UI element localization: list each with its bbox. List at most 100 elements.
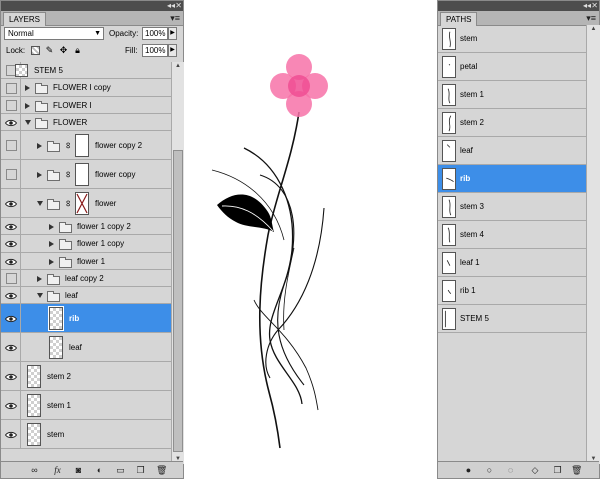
layers-scrollbar[interactable]: ▲ ▼ [171, 62, 184, 464]
mask-link-icon[interactable]: ∞ [64, 200, 74, 206]
visibility-toggle[interactable] [1, 391, 21, 419]
path-row[interactable]: rib [438, 165, 586, 193]
visibility-toggle[interactable] [1, 97, 21, 113]
layers-titlebar[interactable]: ◂◂ ✕ [1, 1, 183, 11]
layer-row[interactable]: ∞ flower [1, 189, 171, 218]
visibility-toggle[interactable] [1, 218, 21, 234]
visibility-toggle[interactable] [1, 287, 21, 303]
expand-right-icon[interactable] [49, 223, 54, 230]
opacity-slider-button[interactable]: ▶ [168, 27, 177, 40]
tab-layers[interactable]: LAYERS [3, 12, 46, 26]
expand-right-icon[interactable] [49, 241, 54, 247]
path-row[interactable]: leaf [438, 137, 586, 165]
panel-menu-icon[interactable]: ▾≡ [586, 13, 596, 23]
paths-titlebar[interactable]: ◂◂ ✕ [438, 1, 599, 11]
layer-thumbnail[interactable] [49, 336, 63, 359]
visibility-toggle[interactable] [1, 189, 21, 217]
expand-right-icon[interactable] [25, 102, 30, 109]
path-row[interactable]: stem 1 [438, 81, 586, 109]
close-icon[interactable]: ✕ [175, 1, 182, 11]
layer-row[interactable]: FLOWER I [1, 97, 171, 114]
path-row[interactable]: stem 2 [438, 109, 586, 137]
scroll-up-icon[interactable]: ▲ [172, 62, 184, 71]
lock-all-icon[interactable]: 🔒︎ [73, 46, 82, 55]
visibility-toggle[interactable] [1, 79, 21, 96]
layer-row[interactable]: leaf [1, 333, 171, 362]
visibility-toggle[interactable] [1, 333, 21, 361]
path-row[interactable]: leaf 1 [438, 249, 586, 277]
opacity-field[interactable]: 100% [142, 27, 168, 40]
path-row[interactable]: rib 1 [438, 277, 586, 305]
fill-field[interactable]: 100% [142, 44, 168, 57]
link-layers-icon[interactable]: ∞ [29, 465, 40, 475]
lock-brush-icon[interactable]: ✎ [45, 46, 54, 55]
add-mask-icon[interactable]: ◙ [73, 465, 84, 475]
path-row[interactable]: STEM 5 [438, 305, 586, 333]
layer-thumbnail[interactable] [27, 423, 41, 446]
expand-right-icon[interactable] [25, 85, 30, 91]
expand-right-icon[interactable] [37, 275, 42, 282]
collapse-icon[interactable]: ◂◂ [167, 1, 175, 11]
path-row[interactable]: stem 3 [438, 193, 586, 221]
layer-row[interactable]: FLOWER [1, 114, 171, 131]
panel-menu-icon[interactable]: ▾≡ [170, 13, 180, 23]
layer-thumbnail[interactable] [27, 365, 41, 388]
layer-mask-thumbnail[interactable] [75, 192, 89, 215]
lock-transparent-icon[interactable] [31, 46, 40, 55]
load-selection-icon[interactable]: ◌ [505, 465, 516, 475]
expand-right-icon[interactable] [37, 171, 42, 178]
scroll-up-icon[interactable]: ▲ [587, 25, 600, 34]
expand-down-icon[interactable] [25, 119, 31, 125]
visibility-toggle[interactable] [1, 253, 21, 269]
layer-row[interactable]: STEM 5 [1, 62, 171, 79]
layer-thumbnail[interactable] [48, 306, 64, 331]
tab-paths[interactable]: PATHS [440, 12, 478, 26]
layer-row[interactable]: stem [1, 420, 171, 449]
visibility-toggle[interactable] [1, 131, 21, 159]
fill-slider-button[interactable]: ▶ [168, 44, 177, 57]
expand-down-icon[interactable] [37, 292, 43, 298]
layer-mask-thumbnail[interactable] [75, 163, 89, 186]
visibility-toggle[interactable] [1, 420, 21, 448]
path-row[interactable]: stem 4 [438, 221, 586, 249]
path-row[interactable]: stem [438, 25, 586, 53]
paths-scrollbar[interactable]: ▲ ▼ [586, 25, 600, 464]
fill-path-icon[interactable]: ● [463, 465, 474, 475]
visibility-toggle[interactable] [1, 304, 21, 332]
document-canvas[interactable] [184, 0, 437, 479]
layer-thumbnail[interactable] [15, 64, 28, 77]
layer-row[interactable]: leaf copy 2 [1, 270, 171, 287]
layer-row[interactable]: rib [1, 304, 171, 333]
stroke-path-icon[interactable]: ○ [484, 465, 495, 475]
close-icon[interactable]: ✕ [591, 1, 598, 11]
layer-row[interactable]: ∞ flower copy 2 [1, 131, 171, 160]
layer-row[interactable]: stem 2 [1, 362, 171, 391]
visibility-toggle[interactable] [1, 270, 21, 286]
expand-right-icon[interactable] [37, 142, 42, 149]
path-row[interactable]: petal [438, 53, 586, 81]
visibility-toggle[interactable] [1, 160, 21, 188]
blend-mode-select[interactable]: Normal ▼ [4, 27, 104, 40]
layer-thumbnail[interactable] [27, 394, 41, 417]
adjustment-layer-icon[interactable]: ◐ [94, 465, 105, 475]
layer-row[interactable]: flower 1 [1, 253, 171, 270]
collapse-icon[interactable]: ◂◂ [583, 1, 591, 11]
mask-link-icon[interactable]: ∞ [64, 171, 74, 177]
fx-icon[interactable]: fx [52, 465, 63, 475]
lock-move-icon[interactable]: ✥ [59, 46, 68, 55]
new-layer-icon[interactable]: ❐ [135, 465, 146, 475]
visibility-toggle[interactable] [1, 362, 21, 390]
layer-row[interactable]: stem 1 [1, 391, 171, 420]
expand-right-icon[interactable] [49, 258, 54, 265]
visibility-toggle[interactable] [1, 235, 21, 252]
layer-mask-thumbnail[interactable] [75, 134, 89, 157]
delete-layer-icon[interactable]: 🗑︎ [156, 465, 167, 475]
new-group-icon[interactable]: ▭ [115, 465, 126, 475]
new-path-icon[interactable]: ❐ [552, 465, 563, 475]
mask-link-icon[interactable]: ∞ [64, 142, 74, 148]
layer-row[interactable]: flower 1 copy 2 [1, 218, 171, 235]
layer-row[interactable]: flower 1 copy [1, 235, 171, 253]
delete-path-icon[interactable]: 🗑︎ [571, 465, 582, 475]
make-work-path-icon[interactable]: ◇ [527, 465, 543, 475]
layers-scroll-thumb[interactable] [173, 150, 183, 452]
